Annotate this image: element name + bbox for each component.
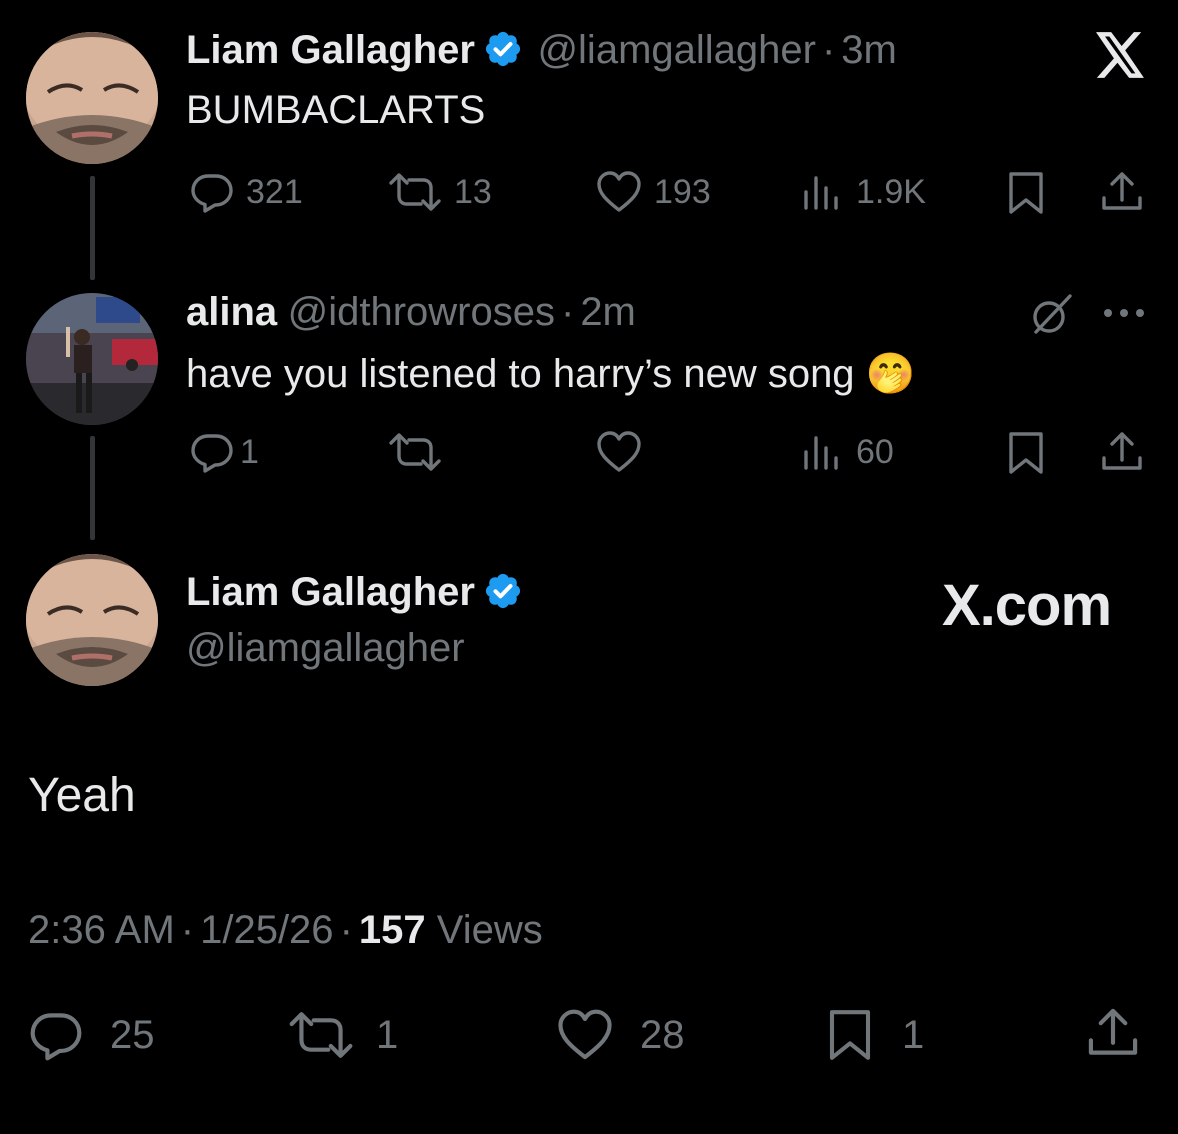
main-tweet-text: Yeah [28,769,136,822]
tweet-meta: 2:36 AM · 1/25/26 · 157 Views [28,908,543,953]
bookmark-icon [829,1010,871,1060]
repost-icon [389,433,441,471]
heart-icon [558,1009,612,1060]
display-name[interactable]: Liam Gallagher [186,28,475,72]
display-name[interactable]: Liam Gallagher [186,570,475,614]
tweet-text-container: have you listened to harry’s new song 🤭 [186,350,916,397]
avatar[interactable] [26,293,158,425]
hand-over-mouth-emoji: 🤭 [865,352,916,396]
reply-icon [191,434,233,473]
separator: · [339,908,353,952]
heart-icon [597,171,641,212]
views-label: Views [436,908,543,952]
bookmark-icon [1009,432,1043,474]
repost-button[interactable] [388,430,442,474]
timestamp[interactable]: 2m [580,290,636,334]
views-count: 1.9K [856,172,926,211]
x-logo-icon [1096,32,1144,78]
separator: · [560,290,575,334]
separator: · [180,908,195,952]
grok-icon[interactable] [1028,292,1074,338]
tweet-time[interactable]: 2:36 AM [28,908,175,952]
views-count: 60 [856,432,894,471]
like-button[interactable] [596,430,642,474]
share-button[interactable] [1100,170,1144,214]
handle[interactable]: @idthrowroses [288,290,555,334]
share-icon [1102,172,1142,210]
share-icon [1088,1008,1138,1055]
bookmark-count: 1 [902,1012,925,1057]
separator: · [821,28,836,72]
views-icon [804,436,838,470]
reply-button[interactable]: 25 [28,1008,155,1062]
bookmark-icon [1009,172,1043,214]
views-button[interactable]: 1.9K [802,170,926,214]
handle[interactable]: @liamgallagher [537,28,816,72]
handle[interactable]: @liamgallagher [186,626,465,671]
x-com-branding: X.com [942,573,1112,638]
tweet-header: alina @idthrowroses · 2m [186,290,636,335]
verified-badge-icon [485,573,521,609]
avatar[interactable] [26,32,158,164]
tweet-date[interactable]: 1/25/26 [200,908,333,952]
views-count: 157 [358,908,426,952]
display-name[interactable]: alina [186,290,277,334]
reply-count: 321 [246,172,303,211]
heart-icon [597,431,641,472]
repost-icon [389,173,441,211]
share-button[interactable] [1086,1006,1140,1060]
views-icon [804,176,838,210]
verified-badge-icon [485,31,521,67]
share-icon [1102,432,1142,470]
repost-icon [289,1012,353,1058]
timestamp[interactable]: 3m [841,28,897,72]
tweet-text: have you listened to harry’s new song [186,352,855,396]
reply-button[interactable]: 1 [190,430,259,474]
like-count: 28 [640,1012,685,1057]
repost-count: 13 [454,172,492,211]
bookmark-button[interactable] [1006,170,1046,216]
reply-icon [191,174,233,213]
more-options-icon[interactable] [1102,306,1146,320]
repost-button[interactable]: 13 [388,170,492,214]
bookmark-button[interactable]: 1 [826,1006,924,1064]
reply-count: 25 [110,1012,155,1057]
like-button[interactable]: 28 [556,1008,685,1062]
like-button[interactable]: 193 [596,170,711,214]
avatar[interactable] [26,554,158,686]
reply-count: 1 [240,432,259,471]
tweet-header: Liam Gallagher @liamgallagher · 3m [186,28,897,73]
share-button[interactable] [1100,430,1144,474]
bookmark-button[interactable] [1006,430,1046,476]
reply-icon [30,1013,82,1061]
tweet-text: BUMBACLARTS [186,88,486,132]
author-name-row: Liam Gallagher [186,570,523,615]
thread-connector [90,176,95,280]
repost-count: 1 [376,1012,399,1057]
thread-connector [90,436,95,540]
like-count: 193 [654,172,711,211]
repost-button[interactable]: 1 [288,1008,398,1062]
reply-button[interactable]: 321 [190,170,303,214]
views-button[interactable]: 60 [802,430,894,474]
